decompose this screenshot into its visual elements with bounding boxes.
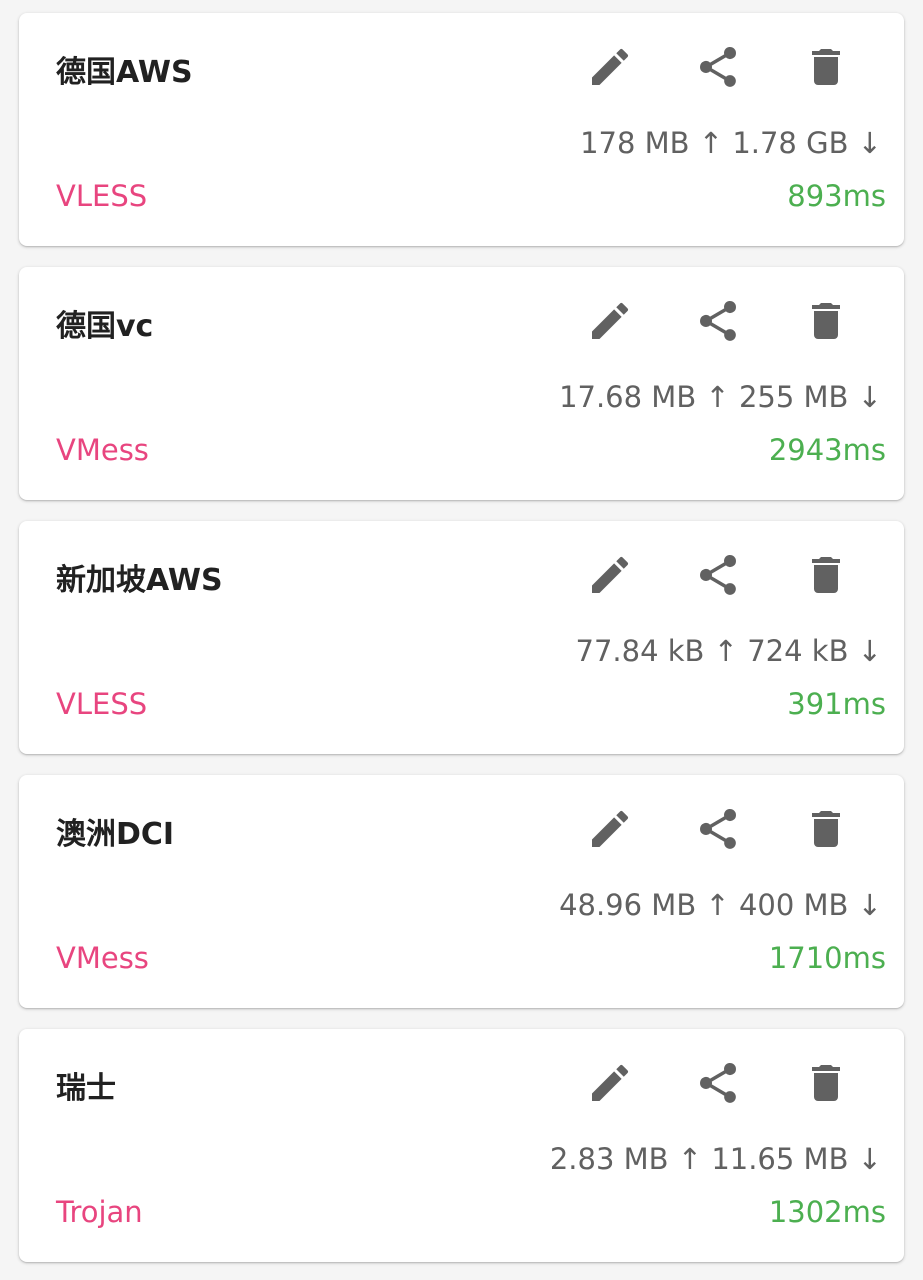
delete-button[interactable] (772, 293, 880, 349)
trash-icon (812, 811, 840, 847)
delete-button[interactable] (772, 39, 880, 95)
download-value: 255 MB (738, 380, 849, 414)
server-card[interactable]: 德国AWS 178 MB ↑ 1.78 GB ↓ VLESS 893ms (19, 13, 904, 246)
traffic-stats: 2.83 MB ↑ 11.65 MB ↓ (550, 1142, 882, 1176)
share-button[interactable] (664, 801, 772, 857)
down-arrow-icon: ↓ (848, 126, 882, 160)
edit-button[interactable] (556, 39, 664, 95)
card-actions (556, 801, 880, 857)
download-value: 400 MB (738, 888, 849, 922)
traffic-stats: 48.96 MB ↑ 400 MB ↓ (559, 888, 882, 922)
share-icon (699, 1062, 737, 1103)
server-card[interactable]: 瑞士 2.83 MB ↑ 11.65 MB ↓ Trojan 1302ms (19, 1029, 904, 1262)
share-icon (699, 808, 737, 849)
server-name: 德国vc (56, 309, 154, 344)
download-value: 1.78 GB (732, 126, 849, 160)
protocol-label: VMess (56, 941, 149, 975)
card-actions (556, 293, 880, 349)
protocol-label: VLESS (56, 179, 148, 213)
edit-button[interactable] (556, 801, 664, 857)
share-button[interactable] (664, 1055, 772, 1111)
pencil-icon (592, 1064, 629, 1101)
latency-label: 1710ms (768, 941, 886, 975)
traffic-stats: 17.68 MB ↑ 255 MB ↓ (559, 380, 882, 414)
trash-icon (812, 1065, 840, 1101)
edit-button[interactable] (556, 547, 664, 603)
server-name: 澳洲DCI (56, 817, 175, 852)
server-list: 德国AWS 178 MB ↑ 1.78 GB ↓ VLESS 893ms 德国v… (0, 0, 923, 1280)
trash-icon (812, 303, 840, 339)
pencil-icon (592, 556, 629, 593)
pencil-icon (592, 302, 629, 339)
traffic-stats: 178 MB ↑ 1.78 GB ↓ (580, 126, 882, 160)
card-actions (556, 39, 880, 95)
upload-value: 2.83 MB (549, 1142, 669, 1176)
up-arrow-icon: ↑ (704, 634, 748, 668)
card-actions (556, 1055, 880, 1111)
up-arrow-icon: ↑ (668, 1142, 712, 1176)
latency-label: 391ms (787, 687, 886, 721)
edit-button[interactable] (556, 293, 664, 349)
share-icon (699, 554, 737, 595)
share-icon (699, 46, 737, 87)
trash-icon (812, 49, 840, 85)
server-name: 瑞士 (56, 1071, 116, 1106)
protocol-label: VLESS (56, 687, 148, 721)
up-arrow-icon: ↑ (689, 126, 733, 160)
protocol-label: VMess (56, 433, 149, 467)
latency-label: 1302ms (768, 1195, 886, 1229)
download-value: 11.65 MB (711, 1142, 849, 1176)
delete-button[interactable] (772, 801, 880, 857)
up-arrow-icon: ↑ (696, 888, 739, 922)
server-card[interactable]: 新加坡AWS 77.84 kB ↑ 724 kB ↓ VLESS 391ms (19, 521, 904, 754)
delete-button[interactable] (772, 547, 880, 603)
server-card[interactable]: 德国vc 17.68 MB ↑ 255 MB ↓ VMess 2943ms (19, 267, 904, 500)
share-button[interactable] (664, 39, 772, 95)
trash-icon (812, 557, 840, 593)
down-arrow-icon: ↓ (848, 1142, 882, 1176)
card-actions (556, 547, 880, 603)
share-button[interactable] (664, 293, 772, 349)
server-card[interactable]: 澳洲DCI 48.96 MB ↑ 400 MB ↓ VMess 1710ms (19, 775, 904, 1008)
up-arrow-icon: ↑ (696, 380, 739, 414)
down-arrow-icon: ↓ (848, 888, 882, 922)
pencil-icon (592, 810, 629, 847)
server-name: 新加坡AWS (56, 563, 223, 598)
share-button[interactable] (664, 547, 772, 603)
delete-button[interactable] (772, 1055, 880, 1111)
upload-value: 17.68 MB (559, 380, 697, 414)
server-name: 德国AWS (56, 55, 193, 90)
down-arrow-icon: ↓ (848, 634, 882, 668)
share-icon (699, 300, 737, 341)
upload-value: 77.84 kB (575, 634, 705, 668)
traffic-stats: 77.84 kB ↑ 724 kB ↓ (576, 634, 882, 668)
upload-value: 178 MB (580, 126, 690, 160)
down-arrow-icon: ↓ (848, 380, 882, 414)
pencil-icon (592, 48, 629, 85)
protocol-label: Trojan (56, 1195, 143, 1229)
download-value: 724 kB (747, 634, 849, 668)
latency-label: 893ms (787, 179, 886, 213)
edit-button[interactable] (556, 1055, 664, 1111)
latency-label: 2943ms (768, 433, 886, 467)
upload-value: 48.96 MB (559, 888, 697, 922)
